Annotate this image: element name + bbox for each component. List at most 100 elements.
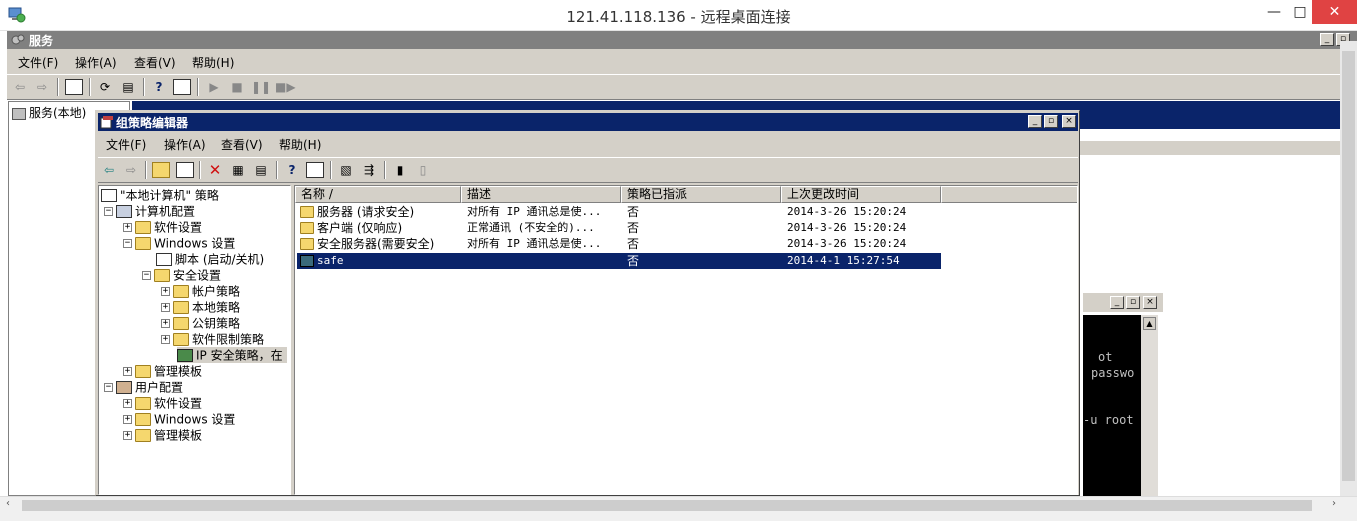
- show-hide-tree-icon[interactable]: [65, 79, 83, 95]
- up-folder-icon[interactable]: [152, 162, 170, 178]
- back-icon[interactable]: ⇦: [11, 79, 29, 95]
- forward-icon[interactable]: ⇨: [122, 162, 140, 178]
- console-close-button[interactable]: ×: [1143, 296, 1157, 309]
- help-icon[interactable]: ?: [283, 162, 301, 178]
- services-menu-help[interactable]: 帮助(H): [192, 54, 234, 71]
- rdp-maximize-button[interactable]: □: [1288, 0, 1312, 24]
- export-list-icon[interactable]: ▤: [252, 162, 270, 178]
- gpe-toolbar: ⇦ ⇨ ✕ ▦ ▤ ? ▧ ⇶ ▮ ▯: [98, 157, 1078, 183]
- services-title-bar: 服务 _ ▫: [7, 31, 1357, 49]
- tree-item-ip-security-policies[interactable]: IP 安全策略，在: [177, 347, 287, 363]
- folder-icon: [154, 269, 170, 282]
- column-header-modified[interactable]: 上次更改时间: [781, 186, 941, 203]
- help-icon[interactable]: ?: [150, 79, 168, 95]
- expand-icon[interactable]: +: [123, 415, 132, 424]
- export-list-icon[interactable]: ▤: [119, 79, 137, 95]
- tree-item-user-windows-settings[interactable]: + Windows 设置: [123, 411, 235, 427]
- tree-item-user-admin-templates[interactable]: + 管理模板: [123, 427, 202, 443]
- folder-icon: [135, 365, 151, 378]
- forward-icon[interactable]: ⇨: [33, 79, 51, 95]
- gpe-menu-file[interactable]: 文件(F): [106, 136, 146, 153]
- delete-icon[interactable]: ✕: [206, 162, 224, 178]
- start-service-icon[interactable]: ▶: [205, 79, 223, 95]
- back-icon[interactable]: ⇦: [100, 162, 118, 178]
- tree-item-software-settings[interactable]: + 软件设置: [123, 219, 202, 235]
- services-menu-action[interactable]: 操作(A): [75, 54, 117, 71]
- expand-icon[interactable]: +: [123, 223, 132, 232]
- ip-policy-icon: [300, 238, 314, 250]
- column-header-name[interactable]: 名称 /: [295, 186, 461, 203]
- tree-item-computer-config[interactable]: − 计算机配置: [104, 203, 195, 219]
- scroll-right-icon[interactable]: ›: [1332, 498, 1336, 509]
- gpe-menu-action[interactable]: 操作(A): [164, 136, 206, 153]
- services-vertical-scrollbar[interactable]: [1340, 41, 1357, 496]
- expand-icon[interactable]: +: [161, 303, 170, 312]
- console-maximize-button[interactable]: ▫: [1126, 296, 1140, 309]
- tree-item-windows-settings[interactable]: − Windows 设置: [123, 235, 235, 251]
- console-minimize-button[interactable]: _: [1110, 296, 1124, 309]
- tree-item-scripts[interactable]: 脚本 (启动/关机): [156, 251, 264, 267]
- assign-policy-icon[interactable]: ▮: [391, 162, 409, 178]
- services-menu-view[interactable]: 查看(V): [134, 54, 176, 71]
- services-tree-root[interactable]: 服务(本地): [12, 104, 86, 121]
- new-policy-icon[interactable]: ▧: [337, 162, 355, 178]
- folder-icon: [135, 413, 151, 426]
- expand-icon[interactable]: +: [123, 367, 132, 376]
- expand-icon[interactable]: +: [123, 431, 132, 440]
- column-header-description[interactable]: 描述: [461, 186, 621, 203]
- users-icon: [116, 381, 132, 394]
- rdp-close-button[interactable]: ✕: [1312, 0, 1357, 24]
- tree-item-admin-templates[interactable]: + 管理模板: [123, 363, 202, 379]
- properties-icon[interactable]: ▦: [229, 162, 247, 178]
- refresh-icon[interactable]: ⟳: [96, 79, 114, 95]
- tree-item-local-policies[interactable]: + 本地策略: [161, 299, 240, 315]
- tree-item-software-restriction[interactable]: + 软件限制策略: [161, 331, 264, 347]
- console-scrollbar[interactable]: ▲: [1141, 315, 1158, 496]
- console-output: ot passwo -u root: [1083, 315, 1141, 496]
- expand-icon[interactable]: +: [161, 287, 170, 296]
- collapse-icon[interactable]: −: [104, 383, 113, 392]
- collapse-icon[interactable]: −: [104, 207, 113, 216]
- tree-item-local-computer-policy[interactable]: "本地计算机" 策略: [101, 187, 219, 203]
- unassign-policy-icon[interactable]: ▯: [414, 162, 432, 178]
- stop-service-icon[interactable]: ■: [228, 79, 246, 95]
- gpe-title-bar: 组策略编辑器 _ ▫ ×: [98, 113, 1078, 131]
- tree-item-security-settings[interactable]: − 安全设置: [142, 267, 221, 283]
- gpe-minimize-button[interactable]: _: [1028, 115, 1042, 128]
- rdp-horizontal-scrollbar[interactable]: ‹ ›: [0, 496, 1357, 513]
- expand-icon[interactable]: +: [123, 399, 132, 408]
- folder-icon: [135, 397, 151, 410]
- services-title: 服务: [29, 34, 54, 48]
- gpe-list-pane: 名称 / 描述 策略已指派 上次更改时间 服务器 (请求安全) 对所有 IP 通…: [294, 185, 1078, 495]
- tree-item-public-key-policies[interactable]: + 公钥策略: [161, 315, 240, 331]
- collapse-icon[interactable]: −: [142, 271, 151, 280]
- gpe-menu-help[interactable]: 帮助(H): [279, 136, 321, 153]
- tree-item-user-software-settings[interactable]: + 软件设置: [123, 395, 202, 411]
- show-hide-tree-icon[interactable]: [176, 162, 194, 178]
- column-header-assigned[interactable]: 策略已指派: [621, 186, 781, 203]
- gpe-maximize-button[interactable]: ▫: [1044, 115, 1058, 128]
- restart-service-icon[interactable]: ■▶: [275, 79, 296, 95]
- gears-icon: [12, 107, 26, 120]
- services-menu-file[interactable]: 文件(F): [18, 54, 58, 71]
- scroll-thumb[interactable]: [22, 500, 1312, 511]
- properties-pane-icon[interactable]: [173, 79, 191, 95]
- scroll-thumb[interactable]: [1342, 51, 1355, 481]
- tree-item-account-policies[interactable]: + 帐户策略: [161, 283, 240, 299]
- scroll-up-icon[interactable]: ▲: [1143, 317, 1156, 330]
- network-policy-icon: [177, 349, 193, 362]
- policy-icon: [101, 189, 117, 202]
- expand-icon[interactable]: +: [161, 335, 170, 344]
- properties-pane-icon[interactable]: [306, 162, 324, 178]
- tree-item-user-config[interactable]: − 用户配置: [104, 379, 183, 395]
- services-minimize-button[interactable]: _: [1320, 33, 1334, 46]
- gpe-title: 组策略编辑器: [116, 116, 189, 130]
- manage-filter-icon[interactable]: ⇶: [360, 162, 378, 178]
- pause-service-icon[interactable]: ❚❚: [251, 79, 271, 95]
- scroll-left-icon[interactable]: ‹: [6, 498, 10, 509]
- gpe-menu-view[interactable]: 查看(V): [221, 136, 263, 153]
- collapse-icon[interactable]: −: [123, 239, 132, 248]
- expand-icon[interactable]: +: [161, 319, 170, 328]
- gpe-close-button[interactable]: ×: [1062, 115, 1076, 128]
- rdp-minimize-button[interactable]: —: [1262, 0, 1286, 24]
